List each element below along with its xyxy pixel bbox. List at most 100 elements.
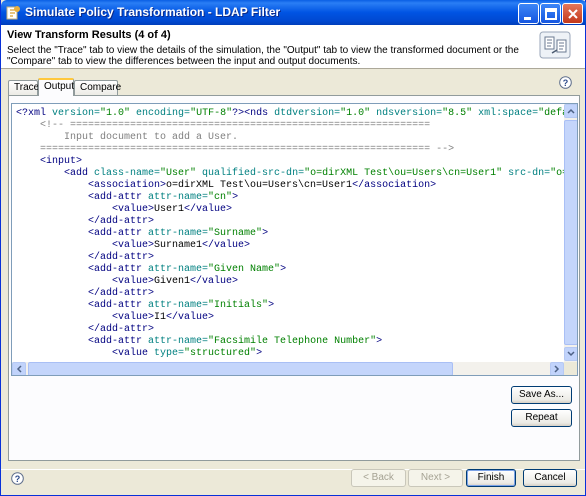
code-token: "1.0"	[100, 108, 131, 119]
chevron-left-icon	[16, 365, 22, 373]
code-token: >	[256, 348, 263, 359]
code-line: ========================================…	[16, 144, 454, 156]
minimize-icon	[524, 17, 531, 20]
output-tab-panel: <?xml version="1.0" encoding="UTF-8"?><n…	[8, 95, 580, 461]
code-token: "o=dirXML Test\ou=Users\cn=User1"	[304, 168, 503, 179]
code-token: </value>	[202, 240, 251, 251]
code-token: o=dirXML Test\ou=Users\cn=User1	[166, 180, 353, 191]
code-token: <input>	[16, 156, 83, 167]
chevron-right-icon	[554, 365, 560, 373]
code-token: Given1	[154, 276, 191, 287]
tab-trace[interactable]: Trace	[8, 80, 39, 95]
code-token: </value>	[190, 276, 239, 287]
code-token: </value>	[166, 312, 215, 323]
scroll-down-button[interactable]	[564, 347, 577, 361]
vertical-scroll-thumb[interactable]	[564, 120, 577, 345]
code-token: attr-name=	[148, 228, 209, 239]
code-token: <?xml	[16, 108, 53, 119]
next-button[interactable]: Next >	[408, 469, 463, 487]
code-line: <value>Surname1</value>	[16, 240, 250, 252]
save-as-button[interactable]: Save As...	[511, 386, 572, 404]
code-token: type=	[154, 348, 185, 359]
code-token: encoding=	[130, 108, 191, 119]
code-token: attr-name=	[148, 192, 209, 203]
tab-compare[interactable]: Compare	[74, 80, 121, 95]
code-line: <value type="structured">	[16, 348, 262, 360]
code-token: <value>	[16, 204, 155, 215]
code-token: <add-attr	[16, 300, 149, 311]
code-token: "Facsimile Telephone Number"	[208, 336, 377, 347]
code-token: version=	[52, 108, 101, 119]
code-line: <add-attr attr-name="Facsimile Telephone…	[16, 336, 382, 348]
transform-document-icon	[539, 31, 571, 59]
code-token: <value>	[16, 312, 155, 323]
repeat-button[interactable]: Repeat	[511, 409, 572, 427]
code-token: <add	[16, 168, 95, 179]
scroll-right-button[interactable]	[550, 362, 564, 375]
code-line: Input document to add a User.	[16, 132, 238, 144]
code-token: xml:space=	[472, 108, 539, 119]
code-token: <!-- ===================================…	[16, 120, 431, 131]
svg-text:?: ?	[563, 78, 569, 88]
close-icon	[568, 9, 578, 19]
page-description: Select the "Trace" tab to view the detai…	[7, 45, 519, 67]
tab-output[interactable]: Output	[38, 78, 74, 96]
header-panel: View Transform Results (4 of 4) Select t…	[1, 25, 585, 69]
code-line: <value>Given1</value>	[16, 276, 238, 288]
horizontal-scrollbar[interactable]	[12, 362, 564, 375]
scroll-left-button[interactable]	[12, 362, 26, 375]
code-token: <add-attr	[16, 192, 149, 203]
title-bar[interactable]: Simulate Policy Transformation - LDAP Fi…	[1, 0, 586, 25]
code-line: <add class-name="User" qualified-src-dn=…	[16, 168, 564, 180]
code-line: <add-attr attr-name="Given Name">	[16, 264, 286, 276]
code-token: </add-attr>	[16, 216, 155, 227]
code-token: <value	[16, 348, 155, 359]
code-token: "structured"	[184, 348, 257, 359]
code-line: <value>User1</value>	[16, 204, 232, 216]
code-token: >	[280, 264, 287, 275]
simulate-dialog: Simulate Policy Transformation - LDAP Fi…	[0, 0, 586, 496]
code-token: "default	[538, 108, 564, 119]
code-token: <add-attr	[16, 228, 149, 239]
maximize-icon	[545, 8, 557, 20]
code-token: >	[262, 228, 269, 239]
code-line: </add-attr>	[16, 324, 154, 336]
policy-icon	[6, 6, 20, 20]
code-token: </value>	[184, 204, 233, 215]
code-token: "o=dir	[550, 168, 564, 179]
cancel-button[interactable]: Cancel	[523, 469, 577, 487]
code-token: "User"	[160, 168, 197, 179]
code-token: >	[268, 300, 275, 311]
svg-text:?: ?	[15, 474, 21, 484]
scroll-up-button[interactable]	[564, 104, 577, 118]
code-token: qualified-src-dn=	[196, 168, 305, 179]
code-line: <add-attr attr-name="cn">	[16, 192, 238, 204]
help-icon[interactable]: ?	[559, 76, 572, 89]
close-button[interactable]	[562, 3, 583, 24]
horizontal-scroll-thumb[interactable]	[28, 362, 453, 375]
code-token: Surname1	[154, 240, 203, 251]
code-line: <!-- ===================================…	[16, 120, 430, 132]
output-document-view[interactable]: <?xml version="1.0" encoding="UTF-8"?><n…	[11, 103, 578, 376]
code-token: ========================================…	[16, 144, 455, 155]
code-token: <add-attr	[16, 336, 149, 347]
code-token: <value>	[16, 276, 155, 287]
code-token: src-dn=	[502, 168, 551, 179]
vertical-scrollbar[interactable]	[564, 104, 577, 362]
code-token: "Initials"	[208, 300, 269, 311]
code-token: <add-attr	[16, 264, 149, 275]
help-icon[interactable]: ?	[11, 472, 24, 485]
minimize-button[interactable]	[518, 3, 539, 24]
maximize-button[interactable]	[540, 3, 561, 24]
code-token: </add-attr>	[16, 288, 155, 299]
code-token: "1.0"	[340, 108, 371, 119]
code-line: <add-attr attr-name="Initials">	[16, 300, 274, 312]
finish-button[interactable]: Finish	[466, 469, 516, 487]
code-token: User1	[154, 204, 185, 215]
code-line: <association>o=dirXML Test\ou=Users\cn=U…	[16, 180, 436, 192]
code-token: class-name=	[94, 168, 161, 179]
code-line: <add-attr attr-name="Surname">	[16, 228, 268, 240]
code-token: attr-name=	[148, 336, 209, 347]
code-content[interactable]: <?xml version="1.0" encoding="UTF-8"?><n…	[12, 104, 564, 362]
back-button[interactable]: < Back	[351, 469, 406, 487]
